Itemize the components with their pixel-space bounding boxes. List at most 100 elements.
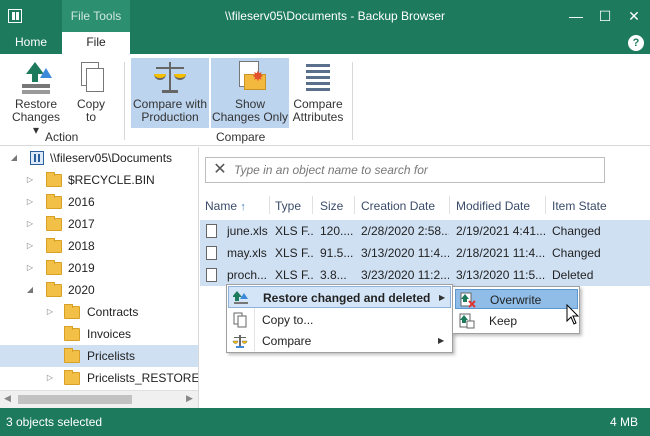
- column-header-size[interactable]: Size: [320, 199, 343, 213]
- compare-attributes-label-1: Compare: [293, 97, 343, 111]
- column-divider[interactable]: [354, 196, 355, 214]
- column-header-item-state[interactable]: Item State: [552, 199, 607, 213]
- tree-item[interactable]: ▷ Contracts: [0, 301, 198, 323]
- folder-tree[interactable]: ◢ \\fileserv05\Documents ▷ $RECYCLE.BIN …: [0, 147, 199, 408]
- expand-icon[interactable]: ▷: [24, 235, 36, 257]
- compare-attributes-button[interactable]: Compare Attributes: [290, 58, 346, 128]
- tree-item-label: 2018: [68, 239, 95, 253]
- column-divider[interactable]: [545, 196, 546, 214]
- column-header-name[interactable]: Name ↑: [205, 199, 246, 213]
- scroll-right-icon[interactable]: ▶: [186, 393, 193, 404]
- cell-name: june.xls: [227, 224, 268, 238]
- collapse-icon[interactable]: ◢: [24, 279, 36, 301]
- folder-icon: [46, 172, 62, 187]
- tab-home[interactable]: Home: [0, 32, 62, 54]
- column-header-type[interactable]: Type: [275, 199, 301, 213]
- folder-icon: [64, 370, 80, 385]
- minimize-button[interactable]: —: [560, 0, 592, 32]
- tree-item[interactable]: ▷ 2019: [0, 257, 198, 279]
- copy-to-label-1: Copy: [76, 97, 105, 111]
- scroll-left-icon[interactable]: ◀: [4, 393, 11, 404]
- clear-search-icon[interactable]: ✕: [210, 160, 230, 180]
- cell-size: 120....: [320, 224, 354, 238]
- expand-icon[interactable]: ▷: [24, 257, 36, 279]
- menu-item-restore-changed-and-deleted[interactable]: Restore changed and deleted ▶: [228, 286, 451, 308]
- collapse-icon[interactable]: ◢: [8, 147, 20, 169]
- tree-item-label: $RECYCLE.BIN: [68, 173, 155, 187]
- folder-icon: [64, 304, 80, 319]
- tree-item[interactable]: ▷ $RECYCLE.BIN: [0, 169, 198, 191]
- column-header-modified-date[interactable]: Modified Date: [456, 199, 530, 213]
- restore-changes-button[interactable]: Restore Changes ▾: [8, 58, 64, 137]
- tree-item-label: 2016: [68, 195, 95, 209]
- search-input[interactable]: [234, 161, 594, 179]
- overwrite-icon: [460, 292, 476, 308]
- tab-file[interactable]: File: [62, 32, 130, 54]
- cell-modified-date: 2/18/2021 11:4...: [456, 246, 546, 260]
- horizontal-scrollbar[interactable]: ◀ ▶: [0, 390, 198, 408]
- tree-item[interactable]: ▷ 2018: [0, 235, 198, 257]
- folder-icon: [46, 282, 62, 297]
- menu-item-copy-to[interactable]: Copy to...: [228, 309, 451, 331]
- column-divider[interactable]: [269, 196, 270, 214]
- table-row[interactable]: may.xls XLS F... 91.5... 3/13/2020 11:4.…: [200, 242, 650, 264]
- close-button[interactable]: ✕: [618, 0, 650, 32]
- tree-item[interactable]: Invoices: [0, 323, 198, 345]
- excel-file-icon: [206, 268, 217, 282]
- attributes-icon: [298, 58, 338, 96]
- expand-icon[interactable]: ▷: [24, 191, 36, 213]
- expand-icon[interactable]: ▷: [44, 367, 56, 389]
- menu-item-compare[interactable]: Compare ▶: [228, 330, 451, 352]
- menu-item-overwrite[interactable]: Overwrite: [455, 289, 578, 309]
- column-header-creation-date[interactable]: Creation Date: [361, 199, 435, 213]
- tree-item[interactable]: ▷ Pricelists_RESTORED_: [0, 367, 198, 389]
- expand-icon[interactable]: ▷: [24, 213, 36, 235]
- status-bar: 3 objects selected 4 MB: [0, 408, 650, 436]
- cell-modified-date: 2/19/2021 4:41...: [456, 224, 546, 238]
- folder-icon: [46, 238, 62, 253]
- column-divider[interactable]: [312, 196, 313, 214]
- restore-icon: [232, 290, 249, 306]
- scrollbar-thumb[interactable]: [18, 395, 132, 404]
- table-row[interactable]: proch... XLS F... 3.8... 3/23/2020 11:2.…: [200, 264, 650, 286]
- copy-to-button[interactable]: Copy to: [68, 58, 114, 128]
- submenu-arrow-icon: ▶: [439, 293, 446, 302]
- restore-changes-label-1: Restore: [14, 97, 58, 111]
- menu-item-keep[interactable]: Keep: [455, 311, 578, 331]
- help-button[interactable]: ?: [628, 35, 644, 51]
- compare-with-production-button[interactable]: Compare with Production: [131, 58, 209, 128]
- folder-icon: [46, 216, 62, 231]
- column-divider[interactable]: [449, 196, 450, 214]
- tree-root[interactable]: ◢ \\fileserv05\Documents: [0, 147, 198, 169]
- table-row[interactable]: june.xls XLS F... 120.... 2/28/2020 2:58…: [200, 220, 650, 242]
- compare-with-production-label-2: Production: [141, 110, 199, 124]
- menu-item-label: Compare: [262, 334, 312, 348]
- search-box[interactable]: ✕: [205, 157, 605, 183]
- folder-icon: [46, 260, 62, 275]
- tree-item[interactable]: ◢ 2020: [0, 279, 198, 301]
- ribbon-tab-row: Home File: [0, 32, 650, 54]
- cell-name: may.xls: [227, 246, 267, 260]
- expand-icon[interactable]: ▷: [24, 169, 36, 191]
- cell-size: 91.5...: [320, 246, 354, 260]
- tree-item[interactable]: ▷ 2017: [0, 213, 198, 235]
- cell-creation-date: 3/13/2020 11:4...: [361, 246, 449, 260]
- cell-name: proch...: [227, 268, 268, 282]
- group-label-compare: Compare: [216, 130, 266, 144]
- expand-icon[interactable]: ▷: [44, 301, 56, 323]
- show-changes-only-button[interactable]: ✸ Show Changes Only: [211, 58, 289, 128]
- tree-item[interactable]: ▷ 2016: [0, 191, 198, 213]
- copy-icon: [71, 58, 111, 96]
- cell-item-state: Changed: [552, 224, 601, 238]
- maximize-button[interactable]: ☐: [589, 0, 621, 32]
- scale-icon: [232, 333, 248, 349]
- menu-item-label: Overwrite: [490, 293, 542, 307]
- tree-item-selected[interactable]: Pricelists: [0, 345, 198, 367]
- cell-type: XLS F...: [275, 268, 313, 282]
- cell-modified-date: 3/13/2020 11:5...: [456, 268, 546, 282]
- excel-file-icon: [206, 224, 217, 238]
- folder-icon: [64, 326, 80, 341]
- file-list-panel: ✕ Name ↑ Type Size Creation Date Modifie…: [200, 147, 650, 408]
- submenu-arrow-icon: ▶: [438, 336, 445, 345]
- menu-item-label: Keep: [489, 314, 518, 328]
